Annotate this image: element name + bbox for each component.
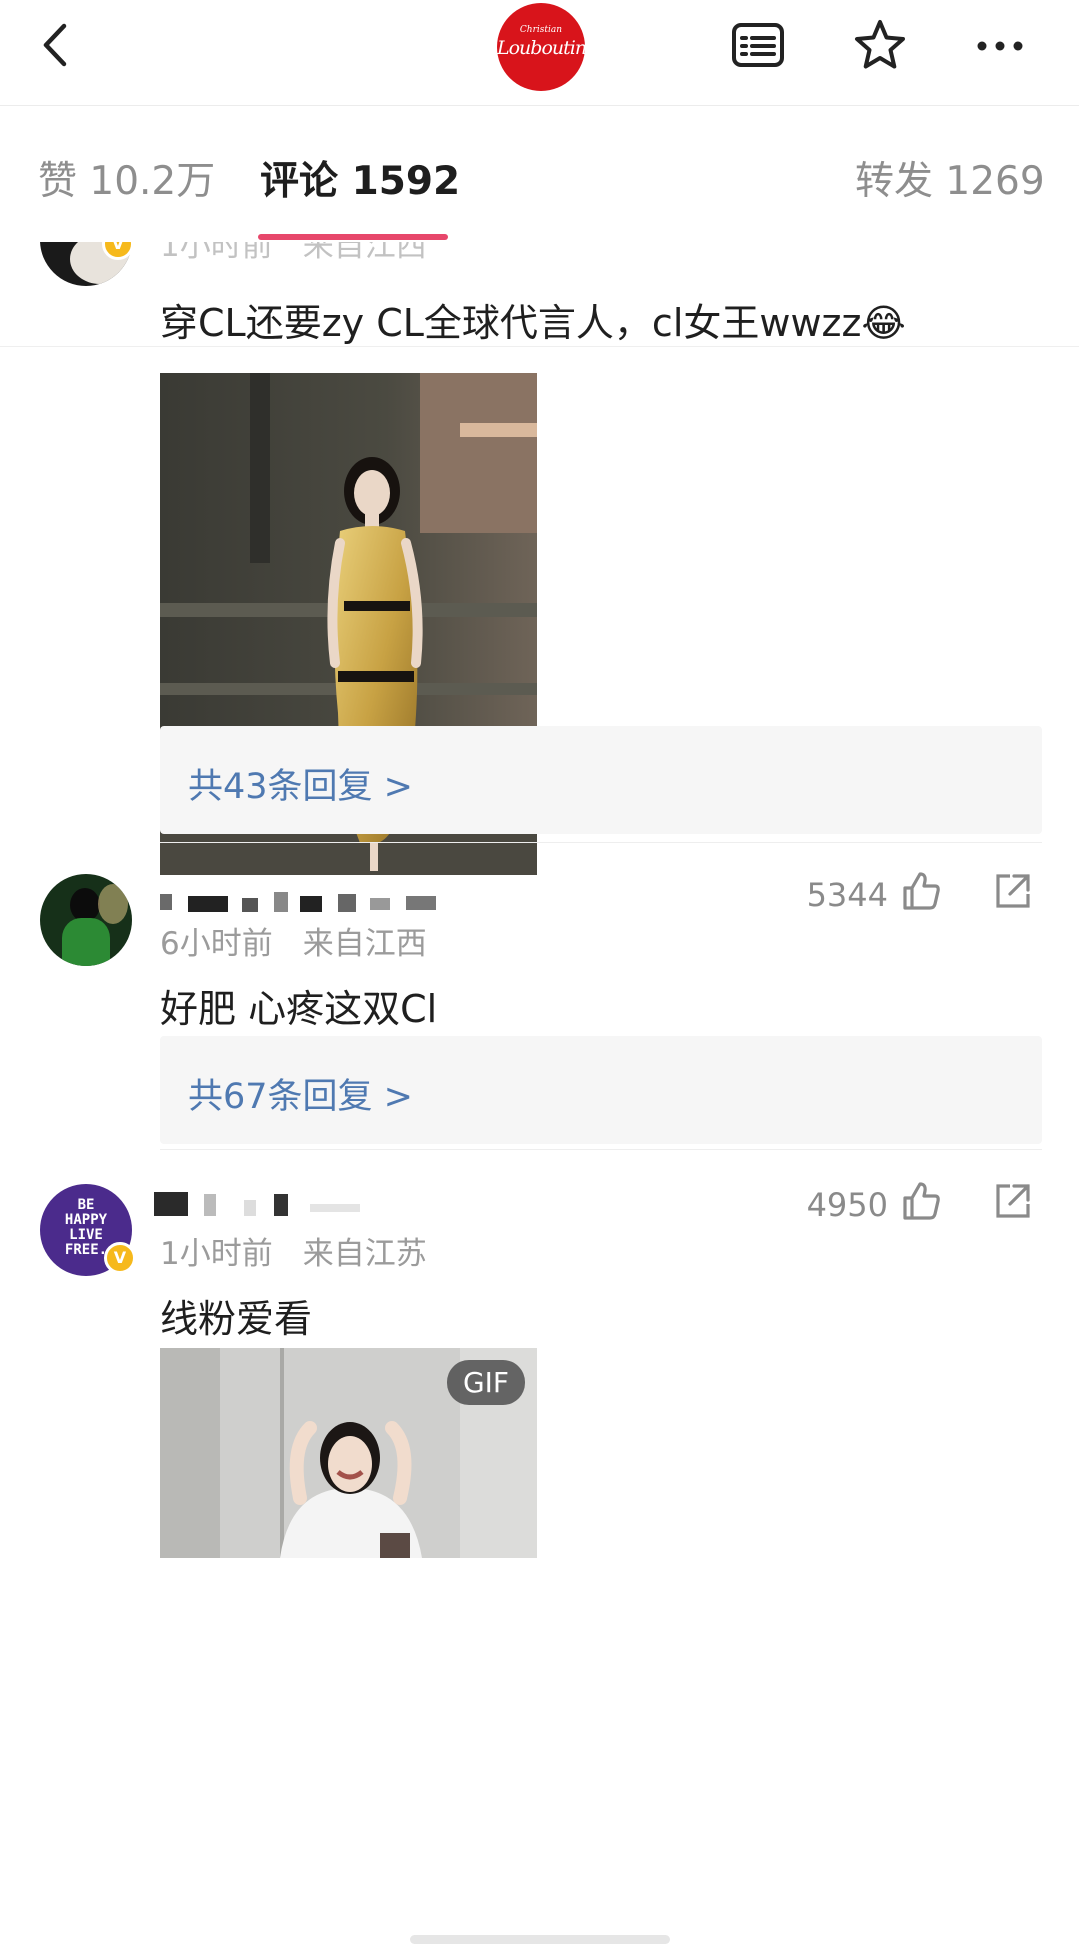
avatar-text: LIVE [69, 1227, 103, 1243]
comment-text: 好肥 心疼这双Cl [160, 987, 438, 1031]
divider [160, 842, 1042, 843]
thumbs-up-icon[interactable] [900, 1180, 942, 1222]
comment-location: 来自江西 [302, 926, 427, 962]
brand-logo[interactable]: Christian Louboutin [497, 3, 587, 91]
comment-meta: 1小时前 来自江苏 [160, 1228, 457, 1273]
gif-badge: GIF [446, 1360, 525, 1405]
home-indicator [410, 1935, 670, 1944]
username-redacted[interactable] [160, 882, 450, 916]
comment-time: 1小时前 [160, 1236, 273, 1272]
share-icon[interactable] [992, 1180, 1034, 1222]
comment-time: 1小时前 [160, 242, 273, 264]
comment-location: 来自江苏 [302, 1236, 427, 1272]
username-redacted[interactable] [154, 1186, 374, 1220]
reply-count-button[interactable]: 共67条回复 > [160, 1036, 1042, 1144]
top-bar: Christian Louboutin [0, 0, 1079, 106]
back-arrow-icon[interactable] [30, 18, 86, 74]
comment-list[interactable]: V 1小时前 来自江西 穿CL还要zy CL全球代言人，cl女王wwzz😂 共4… [0, 242, 1079, 1957]
logo-line1: Christian [519, 25, 563, 35]
comment-gif[interactable]: GIF [160, 1348, 537, 1558]
comment-text: 穿CL还要zy CL全球代言人，cl女王wwzz😂 [160, 301, 906, 345]
tab-reposts[interactable]: 转发 1269 [855, 150, 1045, 206]
comment-text: 线粉爱看 [160, 1297, 313, 1341]
reply-count-label: 共67条回复 > [188, 1077, 413, 1117]
verified-badge-icon: V [104, 1242, 136, 1274]
avatar-text: HAPPY [64, 1212, 108, 1228]
comment-location: 来自江西 [302, 242, 427, 264]
tab-likes[interactable]: 赞 10.2万 [38, 150, 215, 206]
tab-bar: 赞 10.2万 评论 1592 转发 1269 [0, 106, 1079, 347]
comment-time: 6小时前 [160, 926, 273, 962]
share-icon[interactable] [992, 870, 1034, 912]
star-icon[interactable] [850, 16, 910, 76]
logo-line2: Louboutin [497, 37, 587, 59]
divider [160, 1149, 1042, 1150]
avatar[interactable] [40, 874, 132, 966]
reply-count-label: 共43条回复 > [188, 767, 413, 807]
avatar-text: BE [77, 1197, 95, 1213]
like-count: 4950 [806, 1186, 888, 1224]
more-icon[interactable] [970, 16, 1030, 76]
comment-meta: 6小时前 来自江西 [160, 918, 457, 963]
reply-count-button[interactable]: 共43条回复 > [160, 726, 1042, 834]
tab-comments[interactable]: 评论 1592 [260, 150, 460, 206]
list-icon[interactable] [728, 16, 788, 76]
comment-meta: 1小时前 来自江西 [160, 242, 457, 265]
thumbs-up-icon[interactable] [900, 870, 942, 912]
active-tab-indicator [258, 234, 448, 240]
like-count: 5344 [806, 876, 888, 914]
